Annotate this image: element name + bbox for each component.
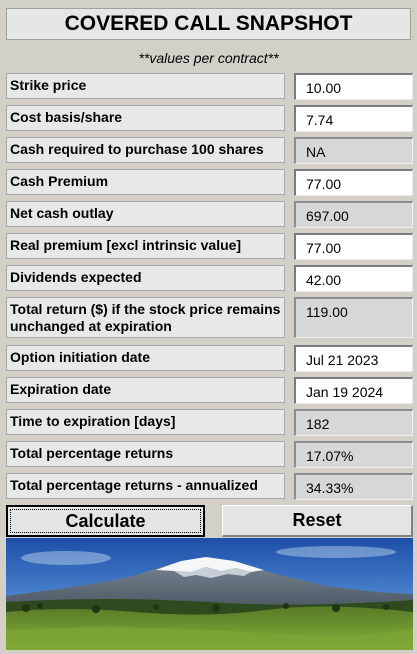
time-to-expiration-output: 182 — [294, 409, 413, 436]
dividends-label: Dividends expected — [6, 265, 285, 291]
total-percentage-label: Total percentage returns — [6, 441, 285, 467]
annualized-percentage-label: Total percentage returns - annualized — [6, 473, 285, 499]
cash-required-output: NA — [294, 137, 413, 164]
values-per-contract-note: **values per contract** — [138, 50, 279, 66]
initiation-date-input[interactable]: Jul 21 2023 — [294, 345, 413, 372]
cost-basis-label: Cost basis/share — [6, 105, 285, 131]
calculate-button[interactable]: Calculate — [6, 505, 205, 537]
expiration-date-input[interactable]: Jan 19 2024 — [294, 377, 413, 404]
net-cash-outlay-label: Net cash outlay — [6, 201, 285, 227]
reset-button[interactable]: Reset — [222, 505, 413, 537]
cash-premium-label: Cash Premium — [6, 169, 285, 195]
real-premium-label: Real premium [excl intrinsic value] — [6, 233, 285, 259]
dividends-input[interactable]: 42.00 — [294, 265, 413, 292]
total-percentage-output: 17.07% — [294, 441, 413, 468]
cash-premium-input[interactable]: 77.00 — [294, 169, 413, 196]
strike-price-label: Strike price — [6, 73, 285, 99]
page-title: COVERED CALL SNAPSHOT — [6, 8, 411, 40]
cash-required-label: Cash required to purchase 100 shares — [6, 137, 285, 163]
net-cash-outlay-output: 697.00 — [294, 201, 413, 228]
total-return-label: Total return ($) if the stock price rema… — [6, 297, 285, 338]
total-return-output: 119.00 — [294, 297, 413, 338]
expiration-date-label: Expiration date — [6, 377, 285, 403]
real-premium-input[interactable]: 77.00 — [294, 233, 413, 260]
time-to-expiration-label: Time to expiration [days] — [6, 409, 285, 435]
strike-price-input[interactable]: 10.00 — [294, 73, 413, 100]
initiation-date-label: Option initiation date — [6, 345, 285, 371]
annualized-percentage-output: 34.33% — [294, 473, 413, 500]
mountain-landscape-image — [6, 538, 413, 650]
cost-basis-input[interactable]: 7.74 — [294, 105, 413, 132]
